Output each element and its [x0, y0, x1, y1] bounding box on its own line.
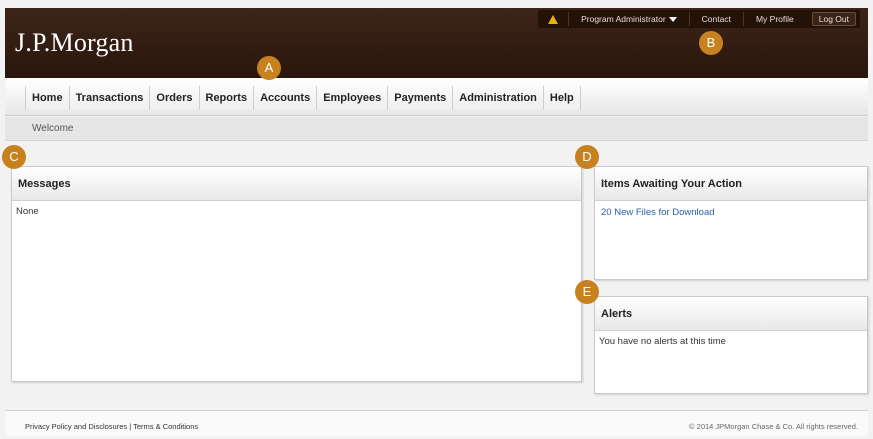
tab-payments[interactable]: Payments: [388, 86, 454, 110]
marker-e: E: [575, 280, 599, 304]
breadcrumb-welcome[interactable]: Welcome: [32, 123, 74, 134]
tab-administration[interactable]: Administration: [453, 86, 544, 110]
awaiting-title: Items Awaiting Your Action: [595, 167, 867, 201]
main-nav: Home Transactions Orders Reports Account…: [5, 78, 868, 116]
alerts-title: Alerts: [595, 297, 867, 331]
alerts-panel: Alerts You have no alerts at this time: [594, 296, 868, 394]
messages-title: Messages: [12, 167, 581, 201]
tab-employees[interactable]: Employees: [317, 86, 389, 110]
role-menu[interactable]: Program Administrator: [568, 12, 689, 26]
marker-a: A: [257, 56, 281, 80]
footer-links: Privacy Policy and Disclosures | Terms &…: [25, 422, 198, 431]
awaiting-panel: Items Awaiting Your Action 20 New Files …: [594, 166, 868, 280]
copyright-text: © 2014 JPMorgan Chase & Co. All rights r…: [689, 422, 858, 431]
tab-accounts[interactable]: Accounts: [254, 86, 318, 110]
alerts-body: You have no alerts at this time: [599, 336, 726, 347]
messages-panel: Messages None: [11, 166, 582, 382]
my-profile-link[interactable]: My Profile: [742, 12, 806, 26]
footer: Privacy Policy and Disclosures | Terms &…: [5, 410, 868, 436]
tab-reports[interactable]: Reports: [199, 86, 255, 110]
header-bar: J.P.Morgan Program Administrator Contact…: [5, 8, 868, 78]
marker-d: D: [575, 145, 599, 169]
tab-help[interactable]: Help: [543, 86, 581, 110]
new-files-link[interactable]: 20 New Files for Download: [601, 207, 715, 218]
nav-tabs: Home Transactions Orders Reports Account…: [25, 86, 581, 110]
messages-body: None: [16, 206, 39, 217]
breadcrumb: Welcome: [5, 117, 868, 141]
caret-down-icon: [668, 17, 677, 23]
marker-c: C: [2, 145, 26, 169]
contact-link[interactable]: Contact: [688, 12, 743, 26]
awaiting-body: 20 New Files for Download: [595, 201, 867, 224]
tab-transactions[interactable]: Transactions: [69, 86, 151, 110]
logout-button[interactable]: Log Out: [811, 12, 856, 26]
warning-icon[interactable]: [548, 14, 559, 24]
marker-b: B: [699, 31, 723, 55]
tab-home[interactable]: Home: [25, 86, 70, 110]
jpmorgan-logo[interactable]: J.P.Morgan: [15, 28, 134, 58]
utility-bar: Program Administrator Contact My Profile…: [538, 10, 860, 28]
role-label: Program Administrator: [581, 14, 666, 24]
tab-orders[interactable]: Orders: [150, 86, 200, 110]
privacy-link[interactable]: Privacy Policy and Disclosures |: [25, 422, 131, 431]
terms-link[interactable]: Terms & Conditions: [133, 422, 198, 431]
